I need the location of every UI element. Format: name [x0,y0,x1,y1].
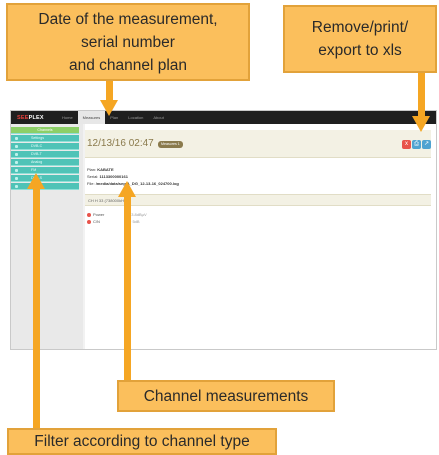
print-icon: ⎙ [414,141,419,147]
arrow-up-icon [27,173,45,189]
export-icon: ↗ [423,141,430,147]
filter-icon [15,161,18,164]
filter-icon [15,153,18,156]
export-xls-button[interactable]: ↗ [422,140,431,149]
filter-item-analog[interactable]: Analog [11,159,79,166]
measures-badge: Measures 1 [158,141,183,148]
status-dot-icon [87,219,91,224]
measurement-row: C/N > 5dB [87,219,140,224]
app-logo: SEEPLEX [17,114,44,121]
top-nav-bar: SEEPLEX Home Measures Plan Location Abou… [11,111,436,124]
measurement-row: Power 33.8dBµV [87,212,147,217]
callout-channel-measurements: Channel measurements [117,380,335,412]
remove-button[interactable]: x [402,140,411,149]
measurement-header: 12/13/16 02:47 Measures 1 x ⎙ ↗ [85,130,431,158]
measurement-date: 12/13/16 02:47 [87,138,154,149]
arrow-to-date-shaft [106,81,113,101]
arrow-to-filter-shaft [33,188,40,428]
filter-item-dvb-s[interactable]: DVB-S [11,175,79,182]
serial-number: Serial: 1113300000161 [87,174,128,179]
filter-item-dvb-c[interactable]: DVB-C [11,143,79,150]
filter-item-fm[interactable]: FM [11,167,79,174]
filter-item-dvb-t[interactable]: DVB-T [11,151,79,158]
arrow-up-icon [118,181,136,197]
channel-plan: Plan: KABATE [87,167,114,172]
nav-location[interactable]: Location [123,111,148,124]
app-window: SEEPLEX Home Measures Plan Location Abou… [10,110,437,350]
nav-home[interactable]: Home [57,111,78,124]
filter-item-settings[interactable]: Settings [11,135,79,142]
filter-icon [15,145,18,148]
nav-about[interactable]: About [148,111,168,124]
measurement-panel: 12/13/16 02:47 Measures 1 x ⎙ ↗ Plan: KA… [85,124,436,349]
callout-remove-print-export: Remove/print/ export to xls [283,5,437,73]
close-icon: x [405,141,408,147]
arrow-down-icon [100,100,118,116]
channel-header[interactable]: CH H 33 (738000kHz) [85,194,431,206]
filter-icon [15,137,18,140]
filter-header[interactable]: Channels [11,127,79,134]
callout-filter-channel-type: Filter according to channel type [7,428,277,455]
status-dot-icon [87,212,91,217]
arrow-to-actions-shaft [418,73,425,117]
filter-icon [15,177,18,180]
filter-icon [15,169,18,172]
arrow-to-channels-shaft [124,196,131,380]
arrow-down-icon [412,116,430,132]
channel-filter-sidebar: Channels Settings DVB-C DVB-T Analog FM … [11,124,83,349]
print-button[interactable]: ⎙ [412,140,421,149]
filter-icon [15,185,18,188]
callout-date-serial-plan: Date of the measurement, serial number a… [6,3,250,81]
filter-item-others[interactable]: Others [11,183,79,190]
